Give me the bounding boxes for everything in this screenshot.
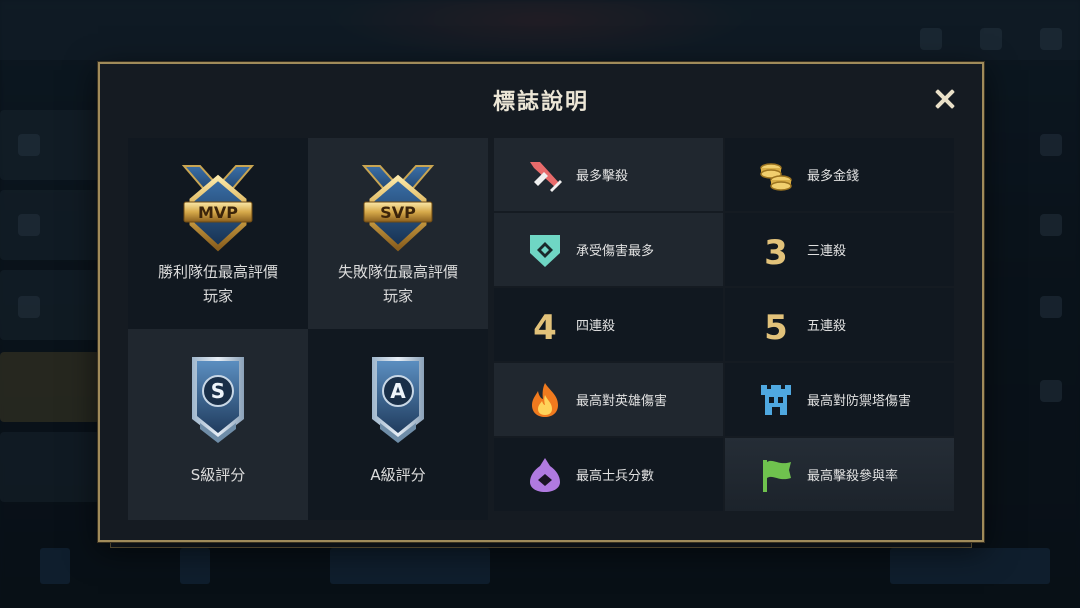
svg-text:MVP: MVP	[198, 203, 238, 222]
tower-icon	[761, 384, 791, 415]
mark-most-damage-taken-label: 承受傷害最多	[576, 244, 655, 259]
sword-icon	[530, 161, 562, 192]
flame-icon	[532, 382, 558, 417]
mark-most-hero-damage-label: 最高對英雄傷害	[576, 394, 668, 409]
grade-panel: MVP 勝利隊伍最高評價玩家 SVP 失敗隊伍最高評價玩家 S S級評分 A A…	[128, 138, 488, 520]
mark-most-tower-damage-label: 最高對防禦塔傷害	[807, 394, 912, 409]
dialog-title: 標誌說明	[492, 90, 589, 115]
legend-dialog: 標誌說明 MVP 勝利隊伍最高評價玩家 SVP 失敗隊伍最高評價玩家 S S級評…	[98, 62, 984, 542]
coins-icon	[760, 162, 792, 191]
mark-most-minion-score-label: 最高士兵分數	[576, 469, 655, 484]
mark-most-tower-damage: 最高對防禦塔傷害	[725, 363, 954, 436]
a-rank-badge-icon: A	[372, 357, 424, 443]
mark-penta-kill: 5 五連殺	[725, 288, 954, 361]
mark-most-hero-damage: 最高對英雄傷害	[494, 363, 723, 436]
mark-most-gold: 最多金錢	[725, 138, 954, 211]
mark-highest-kill-participation-label: 最高擊殺參與率	[807, 469, 899, 484]
mark-panel: 最多擊殺 最多金錢 承受傷害最多 3 三連殺 4 四連殺 5 五連殺 最高對英雄…	[494, 138, 956, 514]
svg-text:S: S	[211, 379, 225, 403]
grade-a-label: A級評分	[370, 466, 426, 484]
mark-highest-kill-participation: 最高擊殺參與率	[725, 438, 954, 511]
svg-text:5: 5	[764, 308, 788, 344]
s-rank-badge-icon: S	[192, 357, 244, 443]
grade-mvp-label: 勝利隊伍最高評價玩家	[157, 263, 278, 305]
mark-most-kills: 最多擊殺	[494, 138, 723, 211]
grade-a: A A級評分	[308, 329, 488, 520]
shield-icon	[530, 234, 560, 267]
triple-kill-icon: 3	[764, 233, 788, 269]
grade-svp: SVP 失敗隊伍最高評價玩家	[308, 138, 488, 329]
mark-quadra-kill-label: 四連殺	[576, 319, 616, 334]
grade-s: S S級評分	[128, 329, 308, 520]
quadra-kill-icon: 4	[533, 308, 557, 344]
svg-text:3: 3	[764, 233, 788, 269]
grade-s-label: S級評分	[190, 466, 246, 484]
close-button[interactable]	[932, 86, 958, 112]
mark-quadra-kill: 4 四連殺	[494, 288, 723, 361]
grade-svp-label: 失敗隊伍最高評價玩家	[337, 263, 458, 305]
svg-text:4: 4	[533, 308, 557, 344]
penta-kill-icon: 5	[764, 308, 788, 344]
mark-penta-kill-label: 五連殺	[807, 319, 847, 334]
svg-text:A: A	[390, 379, 406, 403]
flag-icon	[763, 459, 791, 492]
svg-text:SVP: SVP	[380, 203, 416, 222]
mvp-badge-icon: MVP	[181, 165, 255, 252]
svp-badge-icon: SVP	[361, 165, 435, 252]
mark-most-minion-score: 最高士兵分數	[494, 438, 723, 511]
mark-triple-kill: 3 三連殺	[725, 213, 954, 286]
minion-icon	[530, 457, 560, 492]
mark-most-kills-label: 最多擊殺	[576, 169, 629, 184]
mark-most-gold-label: 最多金錢	[807, 169, 860, 184]
mark-triple-kill-label: 三連殺	[807, 244, 847, 259]
mark-most-damage-taken: 承受傷害最多	[494, 213, 723, 286]
grade-mvp: MVP 勝利隊伍最高評價玩家	[128, 138, 308, 329]
